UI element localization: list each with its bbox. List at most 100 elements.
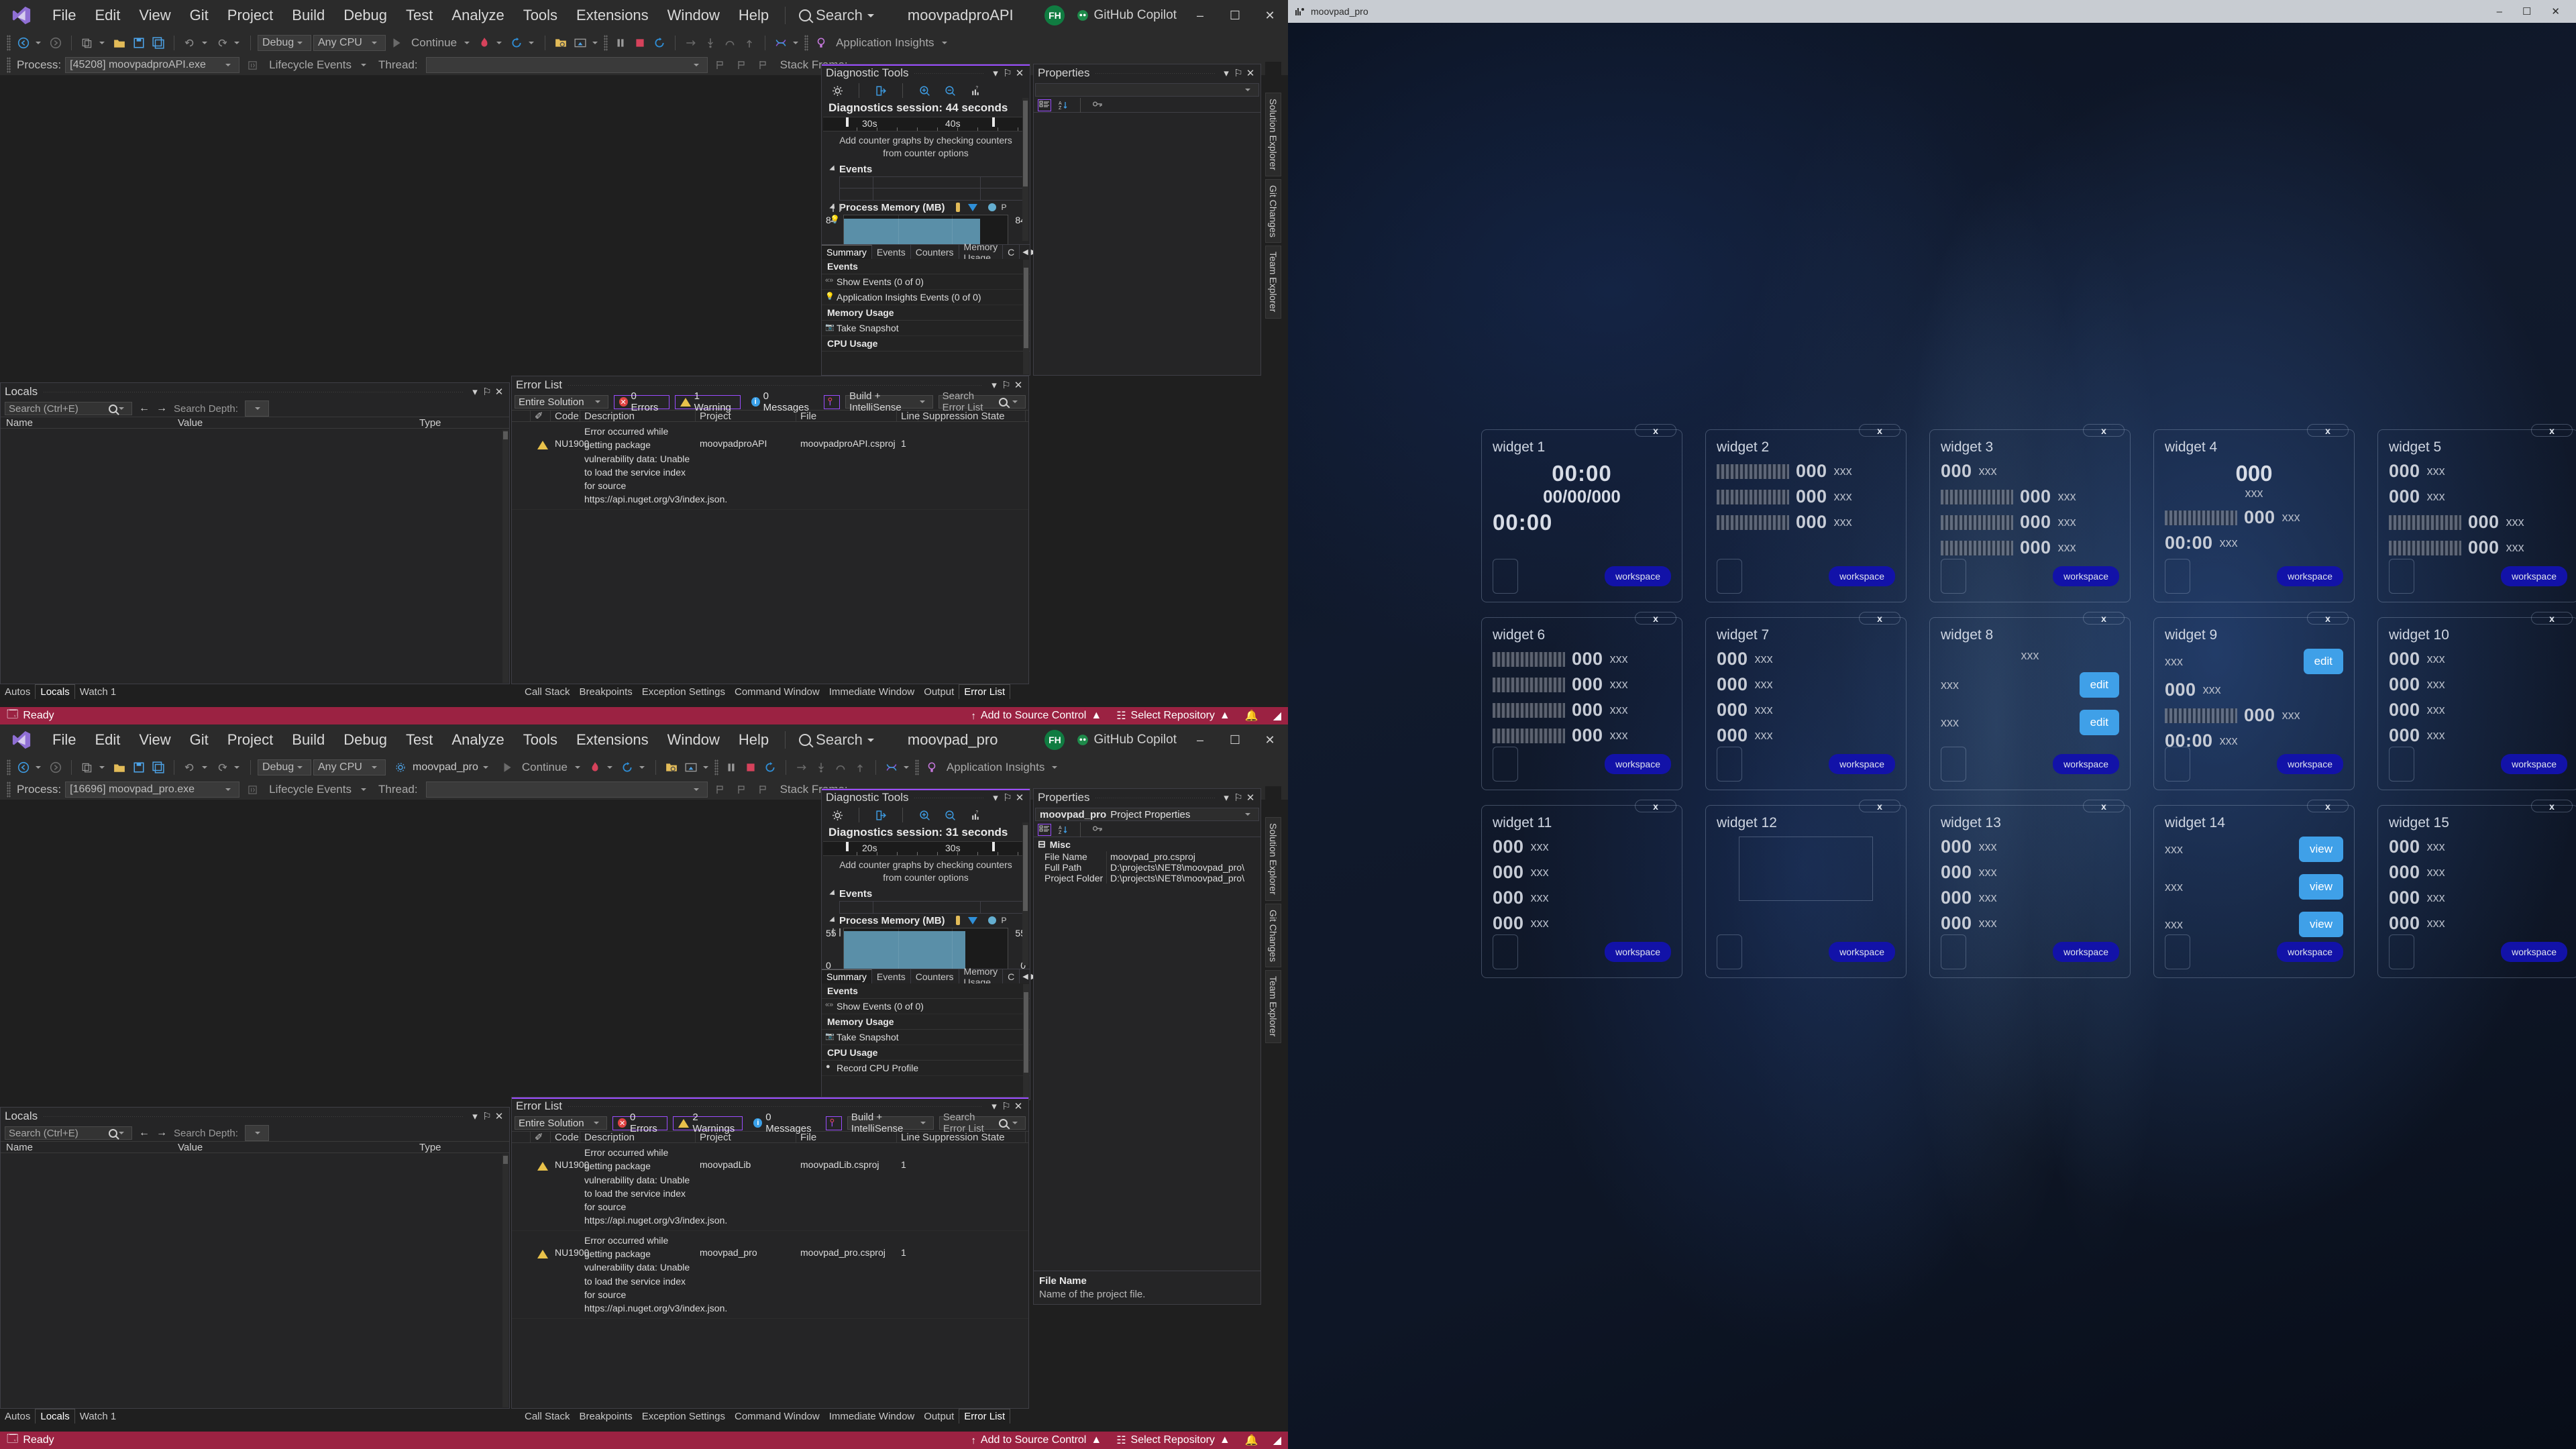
platform-selector[interactable]: Any CPU [313, 35, 386, 51]
workspace-button[interactable]: workspace [2053, 942, 2119, 962]
save-icon[interactable] [130, 759, 148, 776]
action-button-edit[interactable]: edit [2303, 649, 2343, 674]
events-section-header[interactable]: Events [822, 162, 1030, 176]
rail-tab-solution-explorer[interactable]: Solution Explorer [1265, 93, 1281, 176]
widget-card-5[interactable]: x widget 5 000 xxx 000 xxx 000 xxx 000 xxx workspa… [2377, 424, 2576, 602]
toolbar-grip[interactable] [7, 759, 11, 775]
diagnostics-scrollbar[interactable] [1022, 98, 1028, 241]
flag-icon[interactable] [712, 781, 729, 798]
chevron-down-icon[interactable]: ▾ [989, 792, 1002, 804]
widget-close-button-3[interactable]: x [2083, 424, 2125, 437]
diagnostics-tab-c[interactable]: C [1003, 245, 1020, 259]
workspace-button[interactable]: workspace [2053, 754, 2119, 774]
close-icon[interactable]: ✕ [1012, 379, 1024, 391]
property-value[interactable]: D:\projects\NET8\moovpad_pro\ [1106, 873, 1260, 883]
action-button-view[interactable]: view [2298, 874, 2343, 900]
tab-output[interactable]: Output [919, 1409, 959, 1424]
save-icon[interactable] [130, 34, 148, 52]
search-prev-icon[interactable]: ← [139, 402, 150, 415]
menu-item-project[interactable]: Project [218, 727, 282, 753]
chevron-down-icon[interactable] [574, 766, 580, 769]
zoom-out-icon[interactable] [941, 82, 959, 99]
chevron-down-icon[interactable] [464, 42, 470, 44]
widget-card-3[interactable]: x widget 3 000 xxx 000 xxx 000 xxx 000 xxx workspa… [1929, 424, 2131, 602]
chevron-down-icon[interactable] [941, 42, 947, 44]
step-over-icon[interactable] [682, 34, 700, 52]
open-file-icon[interactable] [111, 34, 128, 52]
app-maximize-button[interactable]: ☐ [2522, 5, 2531, 17]
close-icon[interactable]: ✕ [1244, 67, 1256, 79]
run-play-icon[interactable] [388, 34, 405, 52]
workspace-button[interactable]: workspace [1829, 754, 1895, 774]
process-selector[interactable]: [45208] moovpadproAPI.exe [65, 57, 240, 73]
menu-item-edit[interactable]: Edit [85, 3, 129, 28]
configuration-selector[interactable]: Debug [258, 35, 311, 51]
toolbar-grip[interactable] [7, 782, 11, 798]
error-column-suppression-state[interactable]: Suppression State [918, 411, 1026, 422]
messages-filter-button[interactable]: i0 Messages [746, 390, 818, 413]
rail-tab-git-changes[interactable]: Git Changes [1265, 178, 1281, 244]
zoom-in-icon[interactable] [916, 806, 933, 824]
application-insights-label[interactable]: Application Insights [943, 761, 1049, 774]
error-search-input[interactable]: Search Error List [938, 390, 1026, 413]
error-column-file[interactable]: File [796, 411, 897, 422]
github-copilot-button[interactable]: GitHub Copilot [1077, 733, 1177, 747]
summary-take-snapshot[interactable]: 📷 Take Snapshot [822, 1030, 1030, 1045]
widget-drag-handle[interactable] [2389, 559, 2414, 594]
property-pages-button[interactable] [1091, 99, 1104, 111]
error-list-row[interactable]: NU1900 Error occurred while getting packa… [512, 1143, 1028, 1231]
widget-close-button-15[interactable]: x [2531, 800, 2573, 812]
stop-icon[interactable] [742, 759, 759, 776]
errors-filter-button[interactable]: ✕ 0 Errors [613, 390, 669, 413]
run-play-icon[interactable] [498, 759, 516, 776]
run-label[interactable]: Continue [407, 36, 461, 50]
thread-selector[interactable] [425, 782, 708, 798]
restart-icon[interactable] [508, 34, 525, 52]
tab-watch-1[interactable]: Watch 1 [75, 685, 121, 699]
summary-show-events[interactable]: «» Show Events (0 of 0) [822, 999, 1030, 1014]
error-scope-selector[interactable]: Entire Solution [515, 1116, 608, 1130]
run-label[interactable]: Continue [518, 761, 572, 774]
scrollbar-thumb[interactable] [1024, 268, 1028, 348]
error-list-row[interactable]: NU1900 Error occurred while getting packa… [512, 422, 1028, 510]
widget-card-9[interactable]: x widget 9 xxx edit 000 xxx 000 xxx 00:00 xxx work… [2153, 612, 2355, 790]
chevron-down-icon[interactable] [202, 42, 207, 44]
search-next-icon[interactable]: → [156, 1127, 167, 1139]
configuration-selector[interactable]: Debug [258, 759, 311, 775]
application-insights-label[interactable]: Application Insights [832, 36, 938, 50]
memory-section-header[interactable]: Process Memory (MB) P [822, 914, 1030, 928]
app-minimize-button[interactable]: – [2497, 6, 2502, 17]
menu-item-window[interactable]: Window [658, 727, 729, 753]
build-filter-toggle[interactable] [824, 394, 841, 409]
menu-item-file[interactable]: File [43, 727, 85, 753]
error-column-line[interactable]: Line [897, 1132, 920, 1143]
alphabetical-view-button[interactable]: AZ [1057, 99, 1070, 111]
toolbar-grip[interactable] [804, 35, 809, 51]
summary-record-cpu-profile[interactable]: ● Record CPU Profile [822, 1061, 1030, 1076]
property-pages-button[interactable] [1091, 824, 1104, 836]
menu-item-extensions[interactable]: Extensions [567, 727, 658, 753]
pin-icon[interactable]: ⚐ [481, 386, 493, 398]
scrollbar-thumb[interactable] [503, 431, 508, 439]
close-icon[interactable]: ✕ [1244, 792, 1256, 804]
toolbar-grip[interactable] [7, 57, 11, 73]
undo-icon[interactable] [181, 34, 199, 52]
summary-app-insights-events[interactable]: 💡 Application Insights Events (0 of 0) [822, 290, 1030, 305]
chevron-down-icon[interactable] [639, 766, 645, 769]
step-into-icon[interactable] [812, 759, 830, 776]
action-button-view[interactable]: view [2298, 912, 2343, 937]
workspace-button[interactable]: workspace [2501, 566, 2567, 586]
chevron-down-icon[interactable]: ▾ [988, 1100, 1000, 1112]
menu-item-git[interactable]: Git [180, 727, 218, 753]
chevron-down-icon[interactable] [903, 766, 909, 769]
tab-immediate-window[interactable]: Immediate Window [824, 1409, 920, 1424]
window-minimize-button[interactable]: – [1189, 730, 1212, 750]
chevron-down-icon[interactable] [36, 42, 41, 44]
chevron-down-icon[interactable] [234, 42, 239, 44]
chevron-down-icon[interactable] [36, 766, 41, 769]
add-to-source-control-button[interactable]: ↑ Add to Source Control ▲ [971, 710, 1102, 722]
tab-locals[interactable]: Locals [35, 1409, 75, 1424]
select-repository-button[interactable]: ☷ Select Repository ▲ [1116, 1434, 1230, 1447]
lifecycle-events-label[interactable]: Lifecycle Events [265, 783, 356, 796]
diagnostics-tab-events[interactable]: Events [872, 245, 911, 259]
